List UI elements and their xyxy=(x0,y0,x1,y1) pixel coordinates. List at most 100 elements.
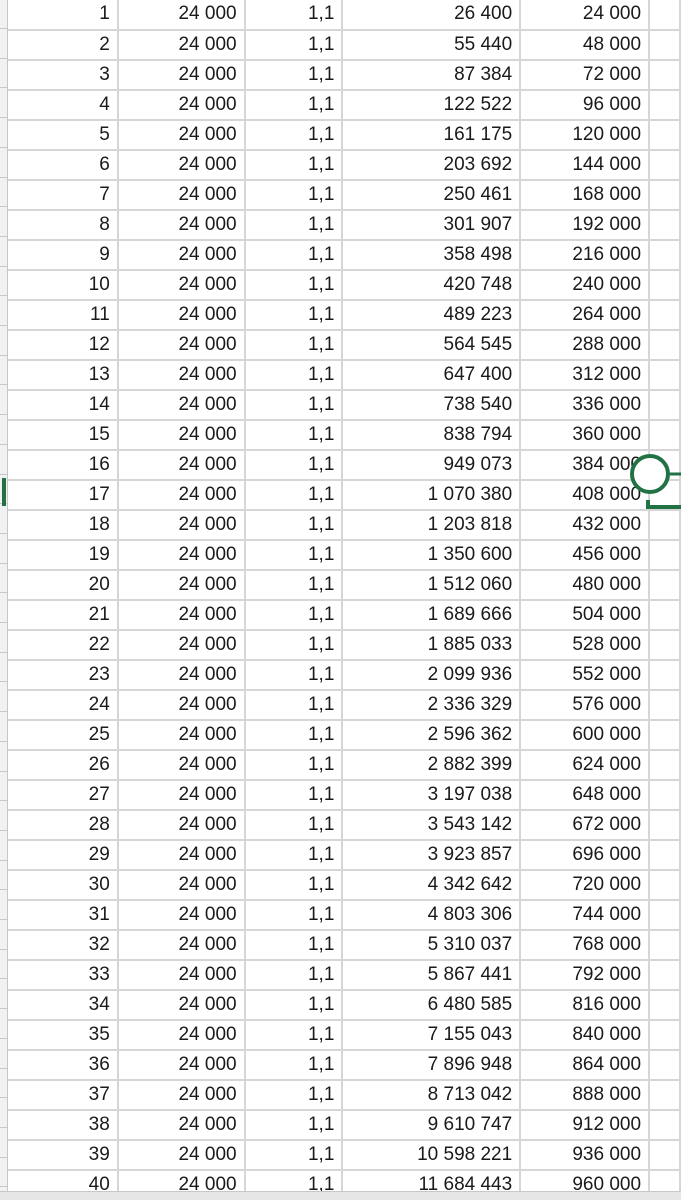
empty-cell[interactable] xyxy=(649,209,681,241)
rate-cell[interactable]: 1,1 xyxy=(244,329,344,361)
row-number-cell[interactable]: 35 xyxy=(8,1019,119,1051)
empty-cell[interactable] xyxy=(649,179,681,211)
empty-cell[interactable] xyxy=(649,749,681,781)
row-number-cell[interactable]: 1 xyxy=(8,0,119,31)
accumulated-cell[interactable]: 2 099 936 xyxy=(342,659,522,691)
row-number-cell[interactable]: 22 xyxy=(8,629,119,661)
rate-cell[interactable]: 1,1 xyxy=(244,599,344,631)
amount-cell[interactable]: 24 000 xyxy=(117,899,246,931)
rate-cell[interactable]: 1,1 xyxy=(244,1049,344,1081)
amount-cell[interactable]: 24 000 xyxy=(117,869,246,901)
amount-cell[interactable]: 24 000 xyxy=(117,989,246,1021)
empty-cell[interactable] xyxy=(649,629,681,661)
contributed-cell[interactable]: 552 000 xyxy=(520,659,651,691)
row-number-cell[interactable]: 31 xyxy=(8,899,119,931)
amount-cell[interactable]: 24 000 xyxy=(117,1079,246,1111)
contributed-cell[interactable]: 600 000 xyxy=(520,719,651,751)
rate-cell[interactable]: 1,1 xyxy=(244,1139,344,1171)
accumulated-cell[interactable]: 1 350 600 xyxy=(342,539,522,571)
empty-cell[interactable] xyxy=(649,329,681,361)
accumulated-cell[interactable]: 5 310 037 xyxy=(342,929,522,961)
row-number-cell[interactable]: 33 xyxy=(8,959,119,991)
empty-cell[interactable] xyxy=(649,1049,681,1081)
empty-cell[interactable] xyxy=(649,569,681,601)
amount-cell[interactable]: 24 000 xyxy=(117,839,246,871)
amount-cell[interactable]: 24 000 xyxy=(117,779,246,811)
amount-cell[interactable]: 24 000 xyxy=(117,29,246,61)
empty-cell[interactable] xyxy=(649,89,681,121)
amount-cell[interactable]: 24 000 xyxy=(117,239,246,271)
contributed-cell[interactable]: 240 000 xyxy=(520,269,651,301)
contributed-cell[interactable]: 432 000 xyxy=(520,509,651,541)
row-number-cell[interactable]: 19 xyxy=(8,539,119,571)
contributed-cell[interactable]: 24 000 xyxy=(520,0,651,31)
rate-cell[interactable]: 1,1 xyxy=(244,779,344,811)
contributed-cell[interactable]: 840 000 xyxy=(520,1019,651,1051)
row-number-cell[interactable]: 24 xyxy=(8,689,119,721)
amount-cell[interactable]: 24 000 xyxy=(117,419,246,451)
empty-cell[interactable] xyxy=(649,419,681,451)
accumulated-cell[interactable]: 7 155 043 xyxy=(342,1019,522,1051)
row-number-cell[interactable]: 30 xyxy=(8,869,119,901)
amount-cell[interactable]: 24 000 xyxy=(117,209,246,241)
rate-cell[interactable]: 1,1 xyxy=(244,839,344,871)
empty-cell[interactable] xyxy=(649,0,681,31)
contributed-cell[interactable]: 648 000 xyxy=(520,779,651,811)
empty-cell[interactable] xyxy=(649,869,681,901)
accumulated-cell[interactable]: 301 907 xyxy=(342,209,522,241)
contributed-cell[interactable]: 504 000 xyxy=(520,599,651,631)
empty-cell[interactable] xyxy=(649,119,681,151)
amount-cell[interactable]: 24 000 xyxy=(117,809,246,841)
accumulated-cell[interactable]: 5 867 441 xyxy=(342,959,522,991)
contributed-cell[interactable]: 624 000 xyxy=(520,749,651,781)
amount-cell[interactable]: 24 000 xyxy=(117,269,246,301)
amount-cell[interactable]: 24 000 xyxy=(117,1019,246,1051)
contributed-cell[interactable]: 360 000 xyxy=(520,419,651,451)
row-number-cell[interactable]: 20 xyxy=(8,569,119,601)
amount-cell[interactable]: 24 000 xyxy=(117,329,246,361)
contributed-cell[interactable]: 576 000 xyxy=(520,689,651,721)
row-number-cell[interactable]: 28 xyxy=(8,809,119,841)
contributed-cell[interactable]: 720 000 xyxy=(520,869,651,901)
amount-cell[interactable]: 24 000 xyxy=(117,149,246,181)
empty-cell[interactable] xyxy=(649,599,681,631)
rate-cell[interactable]: 1,1 xyxy=(244,239,344,271)
rate-cell[interactable]: 1,1 xyxy=(244,569,344,601)
row-number-cell[interactable]: 32 xyxy=(8,929,119,961)
amount-cell[interactable]: 24 000 xyxy=(117,689,246,721)
rate-cell[interactable]: 1,1 xyxy=(244,479,344,511)
rate-cell[interactable]: 1,1 xyxy=(244,1109,344,1141)
amount-cell[interactable]: 24 000 xyxy=(117,749,246,781)
row-number-cell[interactable]: 16 xyxy=(8,449,119,481)
contributed-cell[interactable]: 912 000 xyxy=(520,1109,651,1141)
row-number-cell[interactable]: 3 xyxy=(8,59,119,91)
accumulated-cell[interactable]: 2 596 362 xyxy=(342,719,522,751)
row-number-cell[interactable]: 4 xyxy=(8,89,119,121)
rate-cell[interactable]: 1,1 xyxy=(244,1019,344,1051)
accumulated-cell[interactable]: 838 794 xyxy=(342,419,522,451)
accumulated-cell[interactable]: 738 540 xyxy=(342,389,522,421)
amount-cell[interactable]: 24 000 xyxy=(117,0,246,31)
accumulated-cell[interactable]: 4 342 642 xyxy=(342,869,522,901)
contributed-cell[interactable]: 672 000 xyxy=(520,809,651,841)
rate-cell[interactable]: 1,1 xyxy=(244,29,344,61)
empty-cell[interactable] xyxy=(649,299,681,331)
row-number-cell[interactable]: 34 xyxy=(8,989,119,1021)
contributed-cell[interactable]: 336 000 xyxy=(520,389,651,421)
row-number-cell[interactable]: 21 xyxy=(8,599,119,631)
contributed-cell[interactable]: 264 000 xyxy=(520,299,651,331)
amount-cell[interactable]: 24 000 xyxy=(117,179,246,211)
contributed-cell[interactable]: 792 000 xyxy=(520,959,651,991)
accumulated-cell[interactable]: 1 689 666 xyxy=(342,599,522,631)
empty-cell[interactable] xyxy=(649,269,681,301)
contributed-cell[interactable]: 744 000 xyxy=(520,899,651,931)
selection-fill-handle-icon[interactable] xyxy=(630,450,681,510)
rate-cell[interactable]: 1,1 xyxy=(244,629,344,661)
rate-cell[interactable]: 1,1 xyxy=(244,299,344,331)
accumulated-cell[interactable]: 3 543 142 xyxy=(342,809,522,841)
rate-cell[interactable]: 1,1 xyxy=(244,719,344,751)
rate-cell[interactable]: 1,1 xyxy=(244,989,344,1021)
amount-cell[interactable]: 24 000 xyxy=(117,569,246,601)
amount-cell[interactable]: 24 000 xyxy=(117,599,246,631)
empty-cell[interactable] xyxy=(649,1019,681,1051)
